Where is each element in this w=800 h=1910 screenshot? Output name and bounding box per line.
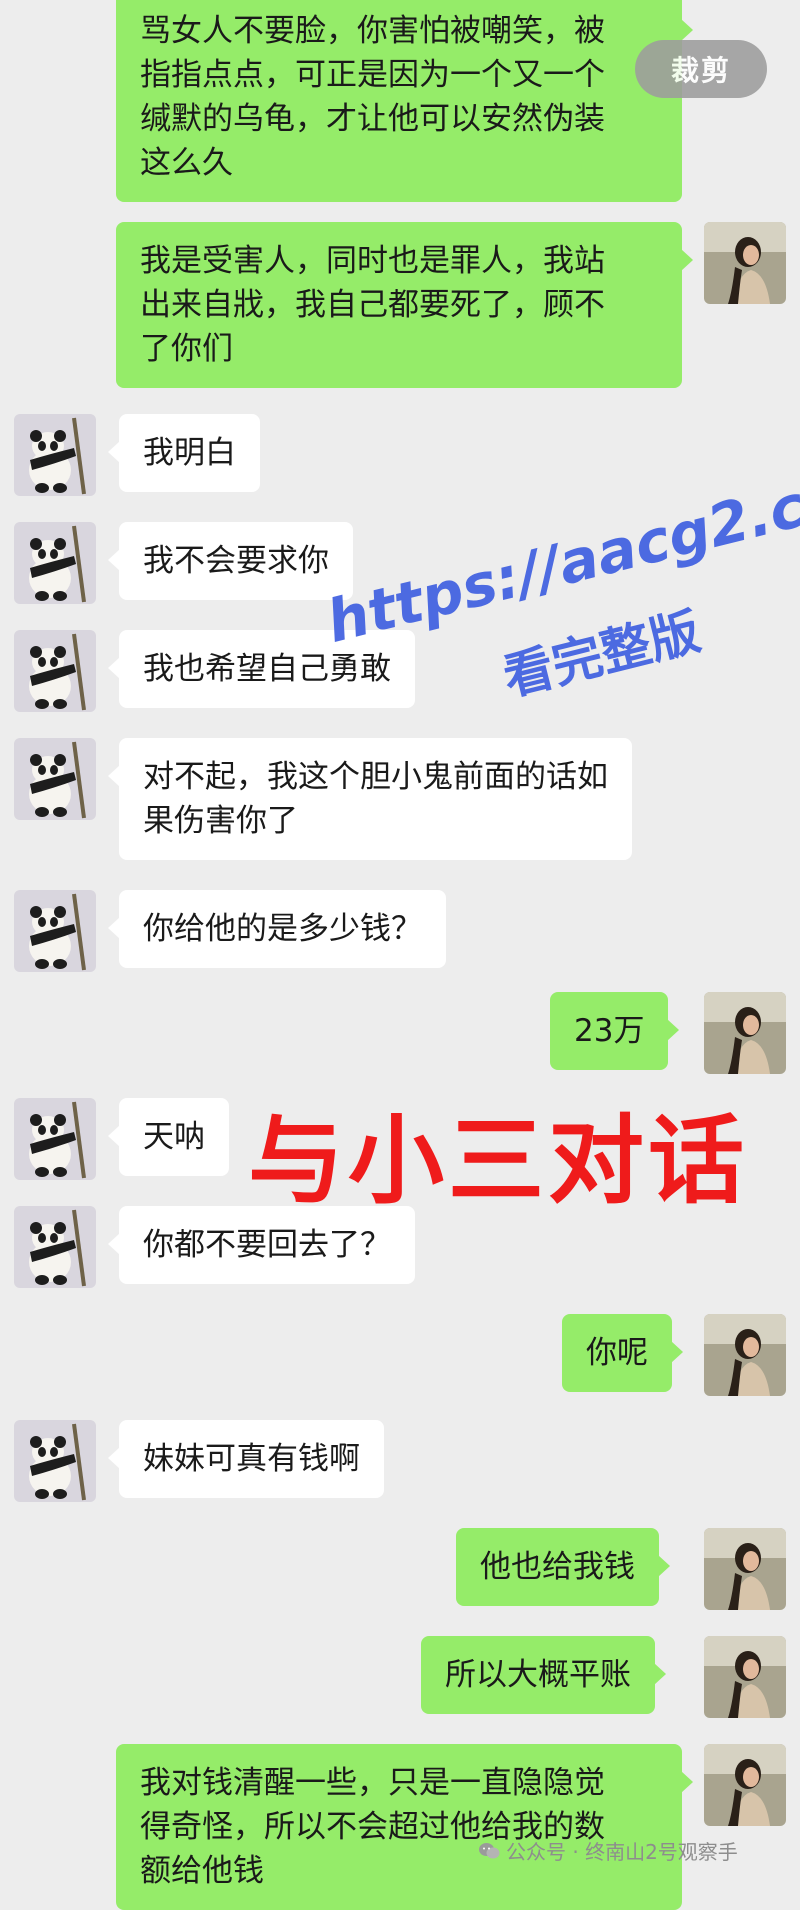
avatar[interactable] <box>704 992 786 1074</box>
chat-area: 骂女人不要脸，你害怕被嘲笑，被 指指点点，可正是因为一个又一个 缄默的乌龟，才让… <box>0 0 800 1910</box>
message-bubble[interactable]: 我是受害人，同时也是罪人，我站 出来自戕，我自己都要死了，顾不 了你们 <box>116 222 693 388</box>
crop-button-label: 裁剪 <box>670 54 731 87</box>
message-bubble[interactable]: 我明白 <box>108 414 260 492</box>
message-line: 出来自戕，我自己都要死了，顾不 <box>140 287 605 323</box>
message-line: 他也给我钱 <box>480 1549 635 1585</box>
avatar[interactable] <box>14 1098 96 1180</box>
message-line: 我明白 <box>143 435 236 471</box>
avatar[interactable] <box>14 1206 96 1288</box>
message-line: 我对钱清醒一些，只是一直隐隐觉 <box>140 1765 605 1801</box>
message-line: 我是受害人，同时也是罪人，我站 <box>140 243 605 279</box>
avatar[interactable] <box>14 630 96 712</box>
message-bubble[interactable]: 你给他的是多少钱？ <box>108 890 446 968</box>
avatar[interactable] <box>704 222 786 304</box>
message-line: 我不会要求你 <box>143 543 329 579</box>
avatar[interactable] <box>14 1420 96 1502</box>
avatar[interactable] <box>14 738 96 820</box>
crop-button[interactable]: 裁剪 <box>635 40 767 98</box>
message-bubble[interactable]: 23万 <box>550 992 680 1070</box>
message-line: 我也希望自己勇敢 <box>143 651 391 687</box>
message-bubble[interactable]: 所以大概平账 <box>421 1636 666 1714</box>
message-bubble[interactable]: 我对钱清醒一些，只是一直隐隐觉 得奇怪，所以不会超过他给我的数 额给他钱 <box>116 1744 693 1910</box>
avatar[interactable] <box>704 1744 786 1826</box>
message-line: 天呐 <box>143 1119 205 1155</box>
message-line: 指指点点，可正是因为一个又一个 <box>140 57 605 93</box>
message-line: 对不起，我这个胆小鬼前面的话如 <box>143 759 608 795</box>
avatar[interactable] <box>704 1314 786 1396</box>
message-line: 23万 <box>574 1013 645 1049</box>
avatar[interactable] <box>704 1528 786 1610</box>
message-line: 骂女人不要脸，你害怕被嘲笑，被 <box>140 13 605 49</box>
message-bubble[interactable]: 骂女人不要脸，你害怕被嘲笑，被 指指点点，可正是因为一个又一个 缄默的乌龟，才让… <box>116 0 693 202</box>
wechat-icon <box>479 1842 500 1858</box>
footer-watermark: 公众号 · 终南山2号观察手 <box>478 1836 738 1865</box>
message-line: 你给他的是多少钱？ <box>143 911 422 947</box>
message-line: 妹妹可真有钱啊 <box>143 1441 360 1477</box>
message-bubble[interactable]: 对不起，我这个胆小鬼前面的话如 果伤害你了 <box>108 738 632 860</box>
message-line: 这么久 <box>140 145 233 181</box>
message-line: 你呢 <box>586 1335 648 1371</box>
message-bubble[interactable]: 他也给我钱 <box>456 1528 670 1606</box>
message-line: 果伤害你了 <box>143 803 298 839</box>
overlay-title: 与小三对话 <box>248 1105 748 1217</box>
avatar[interactable] <box>14 522 96 604</box>
message-line: 了你们 <box>140 331 233 367</box>
message-bubble[interactable]: 你呢 <box>562 1314 683 1392</box>
message-bubble[interactable]: 我不会要求你 <box>108 522 353 600</box>
avatar[interactable] <box>14 890 96 972</box>
message-line: 所以大概平账 <box>445 1657 631 1693</box>
avatar[interactable] <box>704 1636 786 1718</box>
footer-text: 公众号 · 终南山2号观察手 <box>506 1840 738 1864</box>
message-bubble[interactable]: 妹妹可真有钱啊 <box>108 1420 384 1498</box>
avatar[interactable] <box>14 414 96 496</box>
message-bubble[interactable]: 天呐 <box>108 1098 229 1176</box>
message-line: 缄默的乌龟，才让他可以安然伪装 <box>140 101 605 137</box>
message-line: 你都不要回去了？ <box>143 1227 391 1263</box>
